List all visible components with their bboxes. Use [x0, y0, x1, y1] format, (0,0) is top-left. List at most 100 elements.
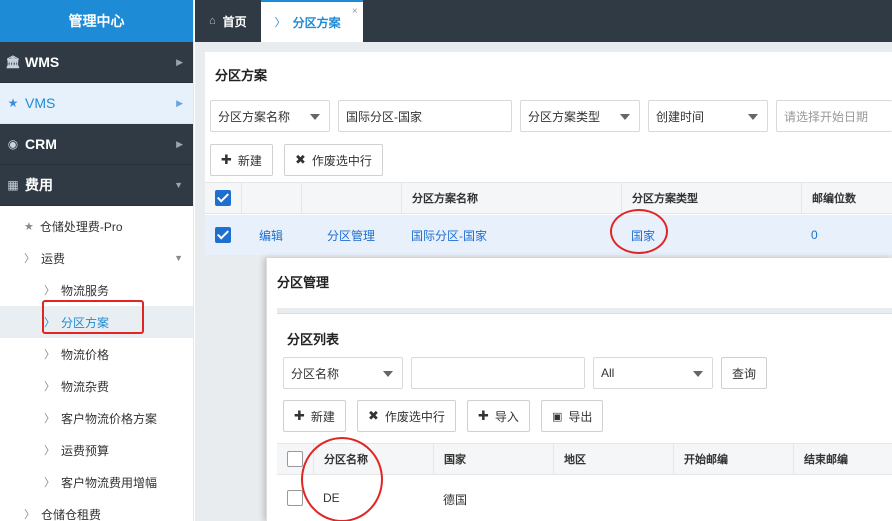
query-button-label: 查询: [732, 366, 757, 381]
grid-icon: ▦: [7, 178, 19, 192]
zone-manage-link[interactable]: 分区管理: [327, 227, 375, 244]
menu-crm[interactable]: ◉ CRM ▶: [0, 124, 193, 165]
start-date-input[interactable]: 请选择开始日期: [776, 100, 892, 132]
filter-type-select[interactable]: 分区方案类型: [520, 100, 640, 132]
header-checkbox-cell[interactable]: [205, 183, 241, 213]
plus-icon: ✚: [221, 152, 232, 167]
sidebar-item-storage-pro[interactable]: ★ 仓储处理费-Pro: [0, 210, 193, 242]
sidebar-item-customer-price-plan[interactable]: 〉 客户物流价格方案: [0, 402, 193, 434]
chevron-right-icon: 〉: [44, 349, 55, 361]
caret-down-icon: [693, 371, 703, 377]
zone-header-end-zip: 结束邮编: [793, 444, 892, 474]
tab-zone-plan-label: 分区方案: [292, 15, 341, 30]
zone-void-button[interactable]: ✖ 作废选中行: [357, 400, 456, 432]
header-cell-blank: [241, 183, 301, 213]
new-button-label: 新建: [237, 153, 262, 168]
sidebar: 管理中心 🏛 WMS ▶ ★ VMS ▶ ◉ CRM ▶ ▦ 费用 ▼ ★ 仓储…: [0, 0, 194, 521]
filter-value-input[interactable]: 国际分区-国家: [338, 100, 512, 132]
menu-wms[interactable]: 🏛 WMS ▶: [0, 42, 193, 83]
export-label: 导出: [568, 409, 593, 424]
filter-date-field-select[interactable]: 创建时间: [648, 100, 768, 132]
start-date-placeholder: 请选择开始日期: [784, 109, 869, 124]
annotation-circle: [301, 437, 383, 521]
chevron-down-icon: ▼: [174, 253, 183, 263]
chevron-right-icon: 〉: [24, 509, 35, 521]
sidebar-item-label: 运费: [41, 251, 66, 266]
chevron-right-icon: ▶: [176, 56, 183, 67]
zone-list-title: 分区列表: [287, 332, 340, 347]
chevron-down-icon: ▼: [174, 180, 183, 190]
void-selected-button[interactable]: ✖ 作废选中行: [284, 144, 383, 176]
header-cell-blank: [301, 183, 401, 213]
zone-header-country: 国家: [433, 444, 553, 474]
edit-link[interactable]: 编辑: [259, 227, 283, 244]
export-button[interactable]: ▣ 导出: [541, 400, 604, 432]
row-checkbox[interactable]: [215, 227, 231, 243]
annotation-highlight-box: [42, 300, 144, 334]
plus-icon: ✚: [478, 408, 489, 423]
filter-field-value: 分区方案名称: [218, 109, 291, 124]
sidebar-item-freight-budget[interactable]: 〉 运费预算: [0, 434, 193, 466]
x-icon: ✖: [295, 152, 306, 167]
zone-header-start-zip: 开始邮编: [673, 444, 793, 474]
sidebar-item-label: 客户物流价格方案: [61, 411, 158, 426]
import-button[interactable]: ✚ 导入: [467, 400, 530, 432]
panel-title: 分区方案: [215, 68, 268, 83]
zone-filter-value-input[interactable]: [411, 357, 585, 389]
menu-fees[interactable]: ▦ 费用 ▼: [0, 165, 193, 206]
zone-filter-field-select[interactable]: 分区名称: [283, 357, 403, 389]
x-icon: ✖: [368, 408, 379, 423]
close-icon[interactable]: ×: [352, 6, 358, 17]
chevron-right-icon: 〉: [24, 253, 35, 265]
home-icon: ⌂: [209, 15, 216, 27]
new-button[interactable]: ✚ 新建: [210, 144, 273, 176]
tab-zone-plan[interactable]: 〉 分区方案 ×: [260, 0, 363, 42]
import-label: 导入: [494, 409, 519, 424]
header-cell-digits: 邮编位数: [801, 183, 892, 213]
filter-field-select[interactable]: 分区方案名称: [210, 100, 330, 132]
row-checkbox-cell[interactable]: [215, 227, 231, 243]
zone-manage-dialog: 分区管理 分区列表 分区名称 All 查询 ✚ 新建 ✖ 作废选中行 ✚ 导入 …: [266, 258, 892, 521]
chevron-right-icon: 〉: [44, 477, 55, 489]
star-icon: ★: [7, 96, 19, 110]
filter-value-text: 国际分区-国家: [346, 109, 422, 124]
caret-down-icon: [310, 114, 320, 120]
table-row[interactable]: 编辑 分区管理 国际分区-国家 国家 0: [205, 215, 892, 255]
filter-date-field-value: 创建时间: [656, 109, 705, 124]
query-button[interactable]: 查询: [721, 357, 768, 389]
zone-row-country: 德国: [443, 493, 468, 507]
dialog-body: 分区列表 分区名称 All 查询 ✚ 新建 ✖ 作废选中行 ✚ 导入 ▣ 导出 …: [277, 308, 892, 521]
tab-home[interactable]: ⌂ 首页: [195, 0, 261, 42]
menu-vms[interactable]: ★ VMS ▶: [0, 83, 193, 124]
chevron-right-icon: 〉: [44, 285, 55, 297]
sidebar-item-warehouse-rent[interactable]: 〉 仓储仓租费: [0, 498, 193, 521]
sidebar-item-logistics-price[interactable]: 〉 物流价格: [0, 338, 193, 370]
dialog-title: 分区管理: [277, 275, 330, 290]
header-cell-name: 分区方案名称: [401, 183, 621, 213]
file-export-icon: ▣: [552, 410, 563, 423]
zone-plan-panel: 分区方案 分区方案名称 国际分区-国家 分区方案类型 创建时间 请选择开始日期 …: [205, 52, 892, 255]
zone-new-button[interactable]: ✚ 新建: [283, 400, 346, 432]
menu-crm-label: CRM: [25, 136, 57, 152]
chevron-right-icon: 〉: [44, 445, 55, 457]
tab-bar: ⌂ 首页 〉 分区方案 ×: [195, 0, 892, 42]
zone-new-label: 新建: [310, 409, 335, 424]
sidebar-item-label: 运费预算: [61, 443, 110, 458]
plus-icon: ✚: [294, 408, 305, 423]
select-all-checkbox[interactable]: [215, 190, 231, 206]
bank-icon: 🏛: [5, 55, 21, 69]
grid-header: 分区方案名称 分区方案类型 邮编位数: [205, 182, 892, 214]
row-name[interactable]: 国际分区-国家: [411, 227, 487, 244]
menu-fees-label: 费用: [25, 177, 53, 193]
sidebar-item-label: 仓储处理费-Pro: [39, 219, 123, 234]
sidebar-item-logistics-misc[interactable]: 〉 物流杂费: [0, 370, 193, 402]
sidebar-item-customer-fee-increase[interactable]: 〉 客户物流费用增幅: [0, 466, 193, 498]
zone-row-checkbox[interactable]: [287, 490, 303, 506]
row-digits: 0: [811, 228, 818, 242]
zone-select-all-checkbox[interactable]: [287, 451, 303, 467]
chevron-right-icon: 〉: [44, 413, 55, 425]
sidebar-item-label: 仓储仓租费: [41, 507, 102, 521]
zone-filter-all-select[interactable]: All: [593, 357, 713, 389]
sidebar-item-freight[interactable]: 〉 运费 ▼: [0, 242, 193, 274]
caret-down-icon: [748, 114, 758, 120]
